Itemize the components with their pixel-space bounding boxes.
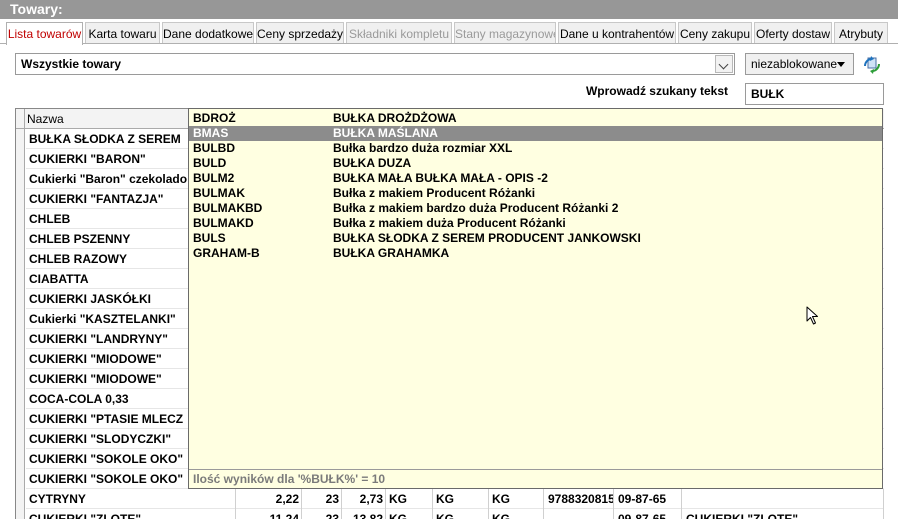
search-results-popup: BDROŻ BUŁKA DROŻDŻOWA BMAS BUŁKA MAŚLANA BUL… [188, 108, 883, 489]
refresh-icon[interactable] [862, 55, 882, 75]
cell-ean [544, 509, 614, 519]
tab-ceny-zakupu[interactable]: Ceny zakupu [678, 22, 752, 44]
cell-net-price: 2,22 [236, 489, 302, 509]
search-result-code: GRAHAM-B [193, 246, 260, 260]
table-row[interactable]: CYTRYNY 2,22 23 2,73 KG KG KG 9788320815 09-87-6… [26, 489, 884, 509]
cell-unit-2: KG [433, 489, 489, 509]
cell-gross-price: 2,73 [342, 489, 386, 509]
search-result-code: BDROŻ [193, 111, 236, 125]
tab-dane-u-kontrahentow[interactable]: Dane u kontrahentów [558, 22, 676, 44]
window-title: Towary: [0, 0, 898, 19]
product-filter-select[interactable]: Wszystkie towary [15, 53, 735, 75]
search-result-item[interactable]: BULMAKD Bułka z makiem duża Producent Róż… [189, 216, 882, 231]
cell-unit: KG [386, 509, 433, 519]
search-result-description: BUŁKA DROŻDŻOWA [333, 111, 457, 125]
search-result-item[interactable]: BULM2 BUŁKA MAŁA BUŁKA MAŁA - OPIS -2 [189, 171, 882, 186]
search-result-code: BULS [193, 231, 226, 245]
search-result-item[interactable]: BMAS BUŁKA MAŚLANA [189, 126, 882, 141]
cell-vat: 23 [302, 489, 342, 509]
product-filter-value: Wszystkie towary [21, 57, 122, 71]
cell-vat: 23 [302, 509, 342, 519]
cell-unit-3: KG [489, 509, 544, 519]
search-results-count: Ilość wyników dla '%BUŁK%' = 10 [189, 469, 882, 489]
search-result-description: Bułka z makiem duża Producent Różanki [333, 216, 566, 230]
search-result-description: BUŁKA SŁODKA Z SEREM PRODUCENT JANKOWSKI [333, 231, 641, 245]
column-header-name[interactable]: Nazwa [27, 112, 64, 126]
search-result-description: BUŁKA DUZA [333, 156, 412, 170]
dropdown-arrow-icon [837, 62, 845, 67]
search-result-description: Bułka bardzo duża rozmiar XXL [333, 141, 513, 155]
cell-unit-3: KG [489, 489, 544, 509]
search-result-description: BUŁKA MAŚLANA [333, 126, 438, 140]
search-result-item[interactable]: BULD BUŁKA DUZA [189, 156, 882, 171]
search-result-code: BULMAKBD [193, 201, 263, 215]
search-result-code: BULD [193, 156, 227, 170]
mouse-cursor-icon [806, 306, 820, 326]
tab-atrybuty[interactable]: Atrybuty [834, 22, 888, 44]
tab-ceny-sprzedazy[interactable]: Ceny sprzedaży [256, 22, 344, 44]
cell-code: 09-87-65 [614, 489, 682, 509]
search-result-description: Bułka z makiem Producent Różanki [333, 186, 536, 200]
search-label: Wprowadź szukany tekst [585, 84, 728, 98]
tab-divider [0, 43, 898, 44]
search-result-item[interactable]: BULMAK Bułka z makiem Producent Różanki [189, 186, 882, 201]
chevron-down-icon[interactable] [715, 55, 733, 73]
search-result-item[interactable]: BULS BUŁKA SŁODKA Z SEREM PRODUCENT JANKO… [189, 231, 882, 246]
cell-code: 09-87-65 [614, 509, 682, 519]
cell-name: CYTRYNY [26, 489, 236, 509]
search-result-code: BULM2 [193, 171, 235, 185]
search-result-code: BMAS [193, 126, 229, 140]
search-result-description: Bułka z makiem bardzo duża Producent Róż… [333, 201, 619, 215]
search-input[interactable] [745, 83, 884, 105]
search-result-code: BULBD [193, 141, 235, 155]
search-result-item[interactable]: GRAHAM-B BUŁKA GRAHAMKA [189, 246, 882, 261]
tab-oferty-dostaw[interactable]: Oferty dostaw [754, 22, 832, 44]
cell-extra-name [682, 489, 884, 509]
row-indicator-column [16, 129, 25, 519]
search-result-code: BULMAKD [193, 216, 254, 230]
search-result-item[interactable]: BDROŻ BUŁKA DROŻDŻOWA [189, 111, 882, 126]
cell-gross-price: 13,82 [342, 509, 386, 519]
search-result-description: BUŁKA MAŁA BUŁKA MAŁA - OPIS -2 [333, 171, 548, 185]
state-filter-button[interactable]: niezablokowane [745, 53, 854, 75]
tab-dane-dodatkowe[interactable]: Dane dodatkowe [162, 22, 254, 44]
state-filter-value: niezablokowane [751, 57, 838, 71]
search-result-item[interactable]: BULMAKBD Bułka z makiem bardzo duża Produ… [189, 201, 882, 216]
row-indicator-header [16, 109, 25, 129]
table-row[interactable]: CUKIERKI "ZLOTE" 11,24 23 13,82 KG KG KG 09-87-… [26, 509, 884, 519]
cell-net-price: 11,24 [236, 509, 302, 519]
tab-lista-towarow[interactable]: Lista towarów [6, 22, 83, 45]
tab-stany-magazynowe: Stany magazynowe [454, 22, 556, 44]
tab-karta-towaru[interactable]: Karta towaru [85, 22, 160, 44]
cell-unit-2: KG [433, 509, 489, 519]
cell-name: CUKIERKI "ZLOTE" [26, 509, 236, 519]
search-result-item[interactable]: BULBD Bułka bardzo duża rozmiar XXL [189, 141, 882, 156]
search-result-code: BULMAK [193, 186, 245, 200]
tab-bar: Lista towarów Karta towaru Dane dodatkow… [0, 22, 898, 45]
search-results-list: BDROŻ BUŁKA DROŻDŻOWA BMAS BUŁKA MAŚLANA BUL… [189, 111, 882, 261]
search-result-description: BUŁKA GRAHAMKA [333, 246, 450, 260]
cell-unit: KG [386, 489, 433, 509]
cell-ean: 9788320815 [544, 489, 614, 509]
cell-extra-name: CUKIERKI "ZLOTE" [682, 509, 884, 519]
tab-skladniki-kompletu: Składniki kompletu [346, 22, 452, 44]
